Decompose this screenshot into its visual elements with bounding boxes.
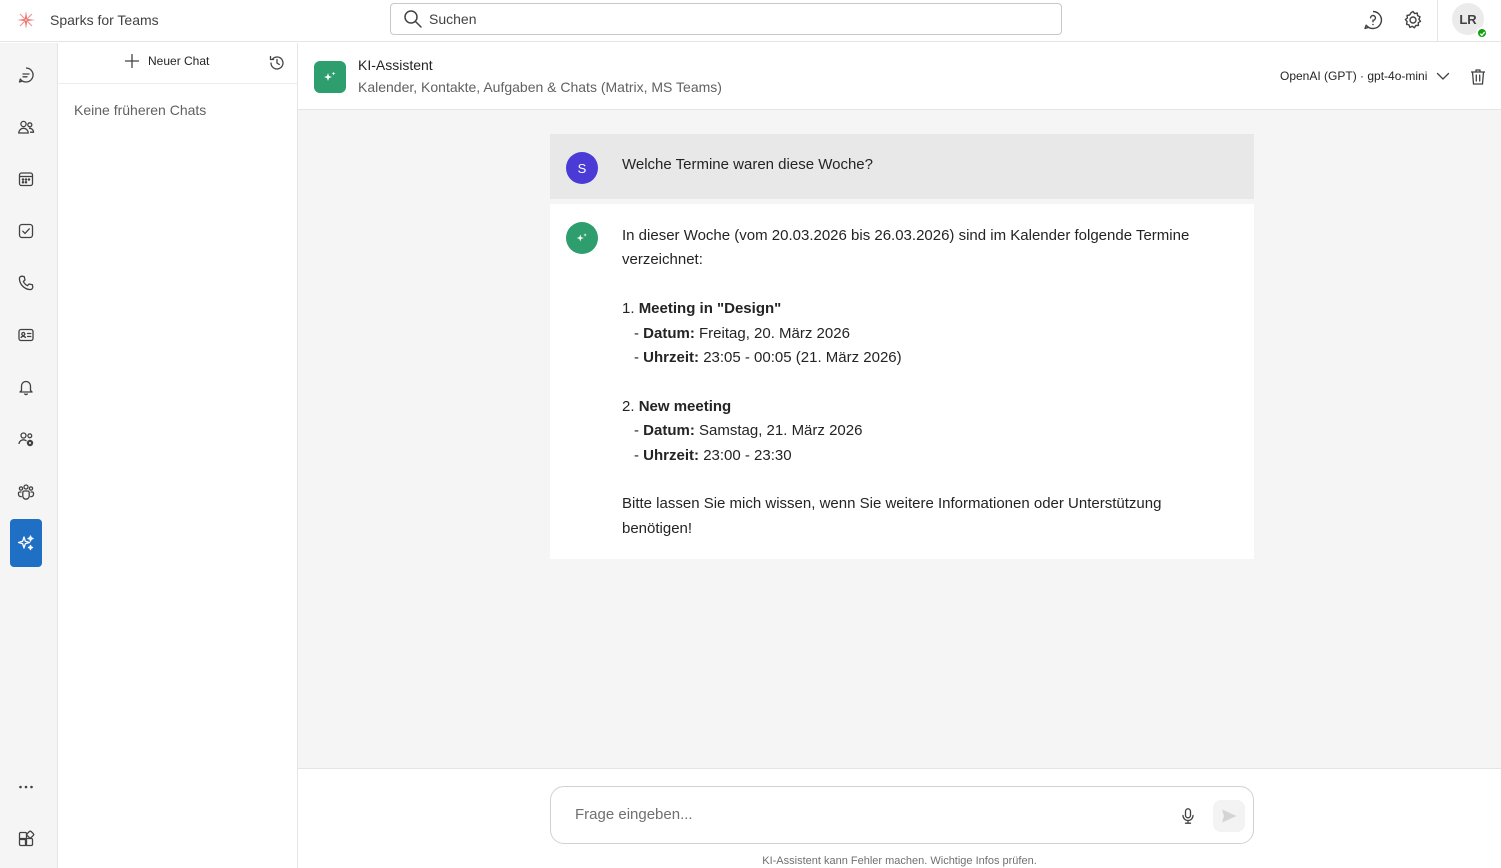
chat-icon xyxy=(18,67,34,83)
send-icon xyxy=(1222,809,1237,823)
plus-icon xyxy=(124,53,140,69)
assistant-intro: In dieser Woche (vom 20.03.2026 bis 26.0… xyxy=(622,227,1190,269)
gear-icon[interactable] xyxy=(1402,9,1424,31)
time-value: 23:05 - 00:05 (21. März 2026) xyxy=(703,349,902,367)
assistant-message-avatar xyxy=(566,222,598,254)
appointment-date: - Datum: Samstag, 21. März 2026 xyxy=(634,422,863,440)
date-value: Freitag, 20. März 2026 xyxy=(699,324,850,342)
rail-people-settings[interactable] xyxy=(10,421,42,457)
appointment-name: Meeting in "Design" xyxy=(638,300,782,318)
appointment-number: 1. xyxy=(622,300,635,318)
date-value: Samstag, 21. März 2026 xyxy=(699,422,863,440)
tasks-icon xyxy=(18,223,34,239)
assistant-header: KI-Assistent Kalender, Kontakte, Aufgabe… xyxy=(298,43,1501,110)
trash-icon[interactable] xyxy=(1468,67,1488,87)
microphone-icon[interactable] xyxy=(1179,807,1197,825)
calendar-icon xyxy=(18,172,34,187)
time-value: 23:00 - 23:30 xyxy=(703,446,792,464)
appointment-name: New meeting xyxy=(638,397,732,415)
contacts-icon xyxy=(18,120,35,134)
apps-icon xyxy=(18,830,35,847)
rail-more[interactable] xyxy=(10,769,42,805)
sparkle-icon xyxy=(324,71,336,81)
new-chat-button[interactable]: Neuer Chat xyxy=(124,53,209,69)
search-box[interactable] xyxy=(390,3,1062,35)
app-name: Sparks for Teams xyxy=(50,12,159,28)
history-icon[interactable] xyxy=(268,54,286,72)
top-bar: Sparks for Teams LR xyxy=(0,0,1501,42)
assistant-closing: Bitte lassen Sie mich wissen, wenn Sie w… xyxy=(622,495,1162,537)
model-selector-value: OpenAI (GPT) · gpt-4o-mini xyxy=(1280,69,1428,83)
presence-available-icon xyxy=(1476,27,1488,39)
rail-contact-card[interactable] xyxy=(10,317,42,353)
rail-ai-assistant[interactable] xyxy=(10,519,42,567)
composer-area: KI-Assistent kann Fehler machen. Wichtig… xyxy=(298,768,1501,868)
time-label: Uhrzeit: xyxy=(643,349,700,367)
send-button[interactable] xyxy=(1213,800,1245,832)
ai-disclaimer: KI-Assistent kann Fehler machen. Wichtig… xyxy=(762,855,1037,867)
time-label: Uhrzeit: xyxy=(643,446,700,464)
phone-icon xyxy=(18,275,34,291)
appointment-time: - Uhrzeit: 23:05 - 00:05 (21. März 2026) xyxy=(634,349,902,367)
assistant-logo xyxy=(314,61,346,93)
help-icon[interactable] xyxy=(1362,9,1384,31)
chat-history-header: Neuer Chat xyxy=(58,43,297,84)
appointment-title: 1. Meeting in "Design" xyxy=(622,297,1230,321)
search-icon xyxy=(404,10,422,28)
user-initials: LR xyxy=(1459,11,1477,27)
people-settings-icon xyxy=(18,432,34,447)
assistant-subtitle: Kalender, Kontakte, Aufgaben & Chats (Ma… xyxy=(358,79,722,95)
rail-contacts[interactable] xyxy=(10,109,42,145)
contact-card-icon xyxy=(18,328,34,342)
sparkle-icon xyxy=(576,233,587,242)
appointment-date: - Datum: Freitag, 20. März 2026 xyxy=(634,324,850,342)
appointment-time: - Uhrzeit: 23:00 - 23:30 xyxy=(634,446,792,464)
appointment-number: 2. xyxy=(622,397,635,415)
model-selector[interactable]: OpenAI (GPT) · gpt-4o-mini xyxy=(1280,68,1451,84)
question-input[interactable] xyxy=(575,806,1135,823)
rail-calls[interactable] xyxy=(10,265,42,301)
rail-chat[interactable] xyxy=(10,57,42,93)
user-message: S Welche Termine waren diese Woche? xyxy=(550,134,1254,199)
user-message-avatar: S xyxy=(566,152,598,184)
new-chat-label: Neuer Chat xyxy=(148,54,210,68)
main-chat-area: KI-Assistent Kalender, Kontakte, Aufgabe… xyxy=(298,43,1501,868)
chat-history-panel: Neuer Chat Keine früheren Chats xyxy=(58,43,298,868)
rail-calendar[interactable] xyxy=(10,161,42,197)
bell-icon xyxy=(19,380,33,396)
rail-notifications[interactable] xyxy=(10,369,42,405)
appointment-title: 2. New meeting xyxy=(622,395,1230,419)
brand: Sparks for Teams xyxy=(16,8,159,32)
user-message-text: Welche Termine waren diese Woche? xyxy=(622,156,873,173)
top-divider xyxy=(1437,0,1438,42)
conversation: S Welche Termine waren diese Woche? In d… xyxy=(550,134,1254,560)
empty-chat-list-text: Keine früheren Chats xyxy=(74,102,207,118)
sparks-logo-icon xyxy=(17,11,35,29)
composer xyxy=(550,786,1254,844)
more-icon xyxy=(19,785,33,789)
rail-apps[interactable] xyxy=(10,821,42,857)
search-input[interactable] xyxy=(429,11,1029,27)
sparkle-icon xyxy=(17,535,34,551)
date-label: Datum: xyxy=(643,324,695,342)
assistant-message: In dieser Woche (vom 20.03.2026 bis 26.0… xyxy=(550,204,1254,560)
rail-tasks[interactable] xyxy=(10,213,42,249)
app-rail xyxy=(0,43,58,868)
teams-icon xyxy=(17,484,35,500)
rail-teams[interactable] xyxy=(10,473,42,509)
date-label: Datum: xyxy=(643,422,695,440)
chevron-down-icon xyxy=(1437,72,1450,80)
assistant-title: KI-Assistent xyxy=(358,57,433,73)
